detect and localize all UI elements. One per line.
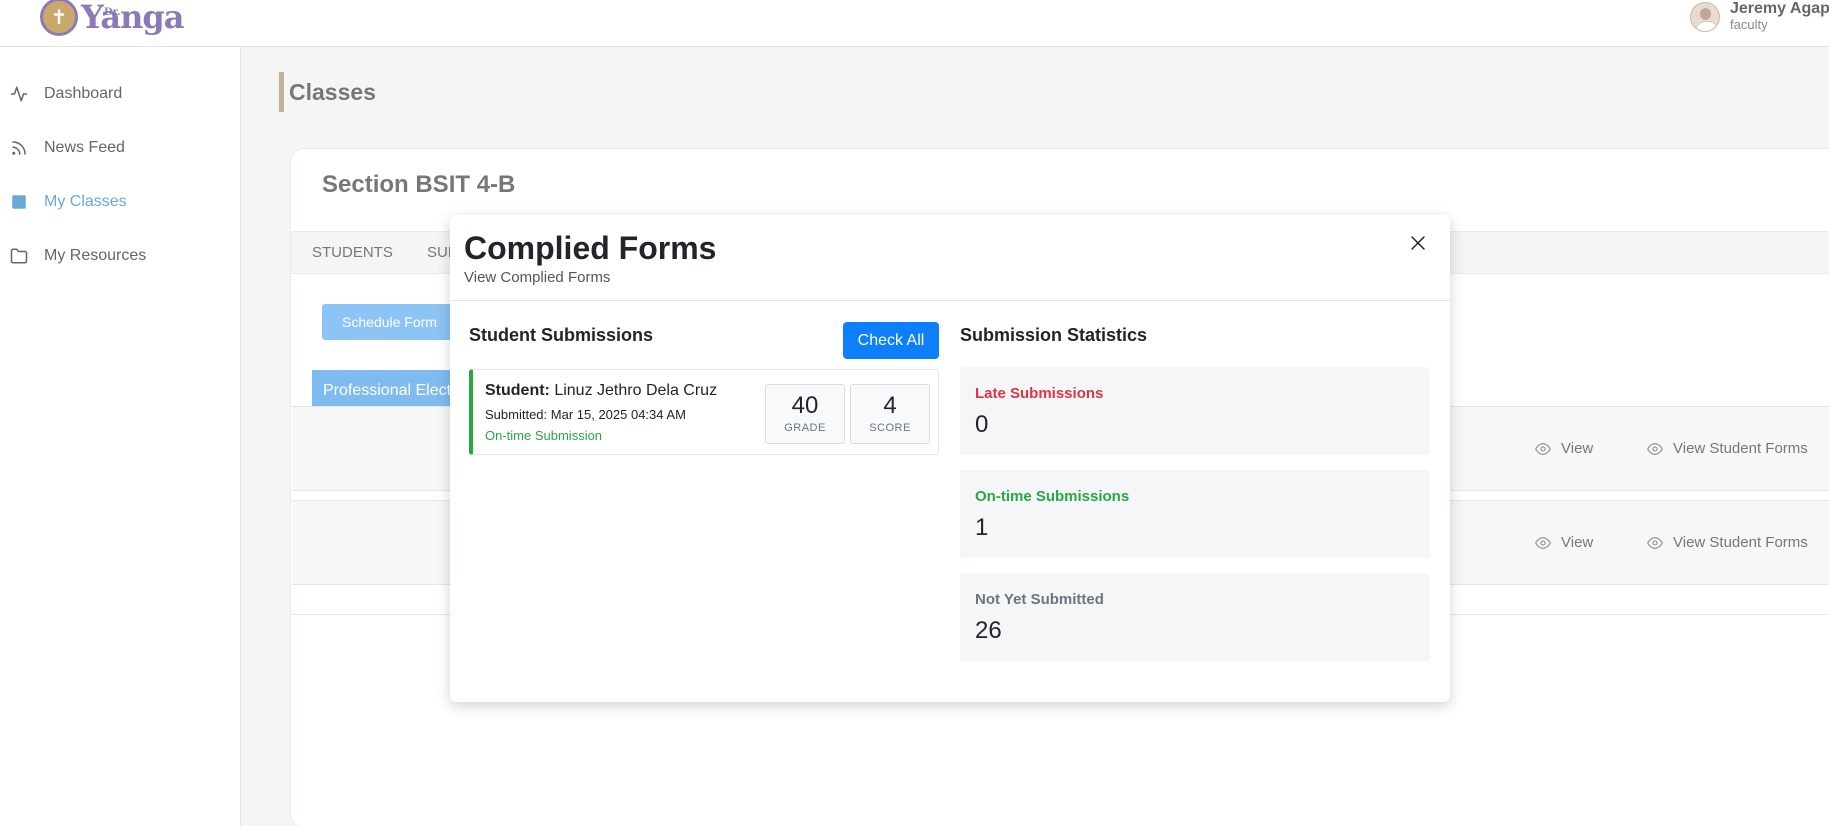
- logo-text: Dr. Yanga: [81, 0, 184, 36]
- submission-student: Student: Linuz Jethro Dela Cruz: [485, 382, 717, 400]
- complied-forms-modal: Complied Forms View Complied Forms Stude…: [450, 215, 1450, 702]
- user-name: Jeremy Agap: [1730, 0, 1829, 17]
- view-student-forms-button[interactable]: View Student Forms: [1645, 440, 1808, 457]
- sidebar-item-news-feed[interactable]: News Feed: [0, 128, 241, 168]
- logo[interactable]: ✝ Dr. Yanga: [40, 0, 184, 37]
- view-button[interactable]: View: [1533, 534, 1593, 551]
- user-menu[interactable]: Jeremy Agap faculty: [1690, 0, 1829, 34]
- close-button[interactable]: [1405, 230, 1431, 256]
- sidebar-item-label: My Resources: [44, 247, 147, 264]
- view-student-forms-label: View Student Forms: [1673, 440, 1808, 457]
- section-title: Section BSIT 4-B: [322, 171, 516, 198]
- view-student-forms-button[interactable]: View Student Forms: [1645, 534, 1808, 551]
- stat-label: On-time Submissions: [975, 488, 1130, 505]
- page-title-wrap: Classes: [279, 72, 376, 112]
- eye-icon: [1533, 441, 1553, 457]
- submission-card[interactable]: Student: Linuz Jethro Dela Cruz Submitte…: [469, 369, 939, 455]
- rss-icon: [9, 138, 29, 158]
- submission-statistics-title: Submission Statistics: [960, 325, 1148, 345]
- user-info: Jeremy Agap faculty: [1730, 1, 1829, 33]
- close-icon: [1411, 236, 1425, 250]
- folder-icon: [9, 246, 29, 266]
- view-button[interactable]: View: [1533, 440, 1593, 457]
- modal-header: Complied Forms View Complied Forms: [450, 215, 1450, 301]
- view-label: View: [1561, 534, 1594, 551]
- eye-icon: [1533, 535, 1553, 551]
- sidebar-item-label: Dashboard: [44, 85, 123, 102]
- sidebar-item-my-classes[interactable]: My Classes: [0, 182, 241, 222]
- eye-icon: [1645, 441, 1665, 457]
- student-name: Linuz Jethro Dela Cruz: [554, 382, 718, 399]
- activity-icon: [9, 84, 29, 104]
- grade-label: GRADE: [784, 422, 826, 434]
- stat-value: 0: [975, 411, 989, 438]
- student-submissions-title: Student Submissions: [469, 325, 654, 345]
- check-all-button[interactable]: Check All: [843, 322, 939, 359]
- sidebar: Dashboard News Feed My Classes My Resour…: [0, 47, 241, 826]
- modal-subtitle: View Complied Forms: [464, 269, 611, 286]
- seal-icon: ✝: [40, 0, 78, 36]
- sidebar-item-my-resources[interactable]: My Resources: [0, 236, 241, 276]
- sidebar-item-label: My Classes: [44, 193, 127, 210]
- stat-ontime-submissions: On-time Submissions 1: [960, 470, 1430, 558]
- view-label: View: [1561, 440, 1594, 457]
- grade-value: 40: [791, 392, 819, 419]
- stat-value: 26: [975, 617, 1002, 644]
- student-label: Student:: [485, 382, 550, 399]
- score-value: 4: [883, 392, 897, 419]
- submission-date: Submitted: Mar 15, 2025 04:34 AM: [485, 407, 686, 422]
- stat-late-submissions: Late Submissions 0: [960, 367, 1430, 455]
- stat-not-yet-submitted: Not Yet Submitted 26: [960, 573, 1430, 661]
- stat-label: Late Submissions: [975, 385, 1104, 402]
- modal-title: Complied Forms: [464, 230, 717, 266]
- grade-box: 40 GRADE: [765, 384, 845, 444]
- tab-students[interactable]: STUDENTS: [312, 244, 393, 261]
- square-icon: [9, 192, 29, 212]
- logo-prefix: Dr.: [104, 7, 121, 18]
- avatar[interactable]: [1690, 2, 1720, 32]
- score-label: SCORE: [869, 422, 911, 434]
- stat-label: Not Yet Submitted: [975, 591, 1104, 608]
- logo-name: Yanga: [81, 0, 184, 36]
- stat-value: 1: [975, 514, 989, 541]
- top-bar: ✝ Dr. Yanga Jeremy Agap faculty: [0, 0, 1829, 47]
- submission-status: On-time Submission: [485, 428, 603, 443]
- sidebar-item-label: News Feed: [44, 139, 125, 156]
- user-role: faculty: [1730, 17, 1768, 32]
- page-title: Classes: [289, 78, 376, 105]
- view-student-forms-label: View Student Forms: [1673, 534, 1808, 551]
- score-box: 4 SCORE: [850, 384, 930, 444]
- eye-icon: [1645, 535, 1665, 551]
- schedule-form-button[interactable]: Schedule Form: [322, 304, 457, 340]
- sidebar-item-dashboard[interactable]: Dashboard: [0, 74, 241, 114]
